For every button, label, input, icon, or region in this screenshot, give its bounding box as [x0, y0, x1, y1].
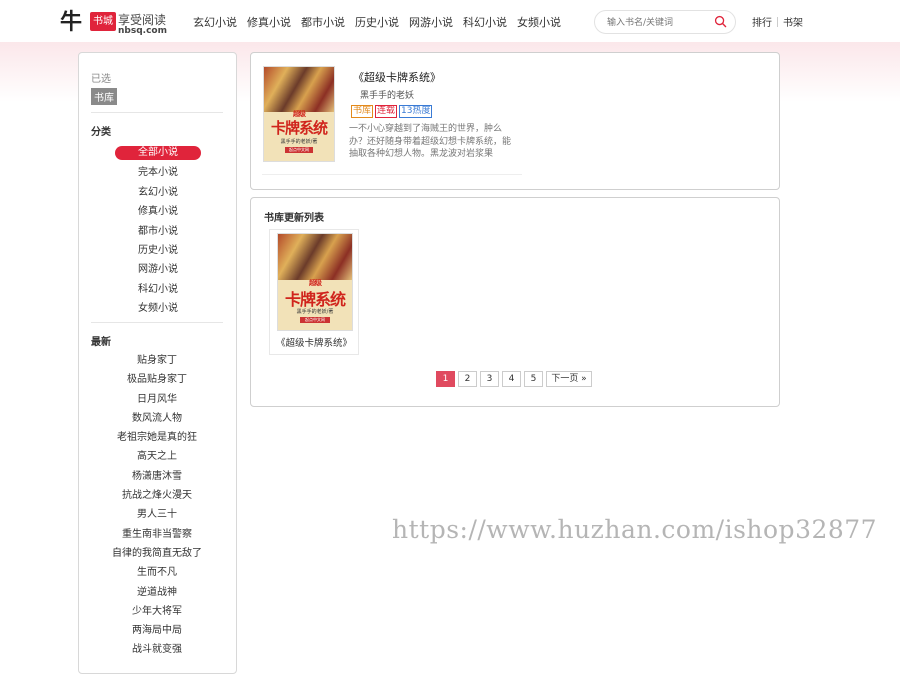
logo-char: 牛: [60, 9, 83, 35]
featured-book-title[interactable]: 《超级卡牌系统》: [353, 69, 441, 85]
latest-book-link[interactable]: 少年大将军: [99, 602, 215, 621]
page-button-current[interactable]: 1: [436, 371, 455, 387]
category-item[interactable]: 网游小说: [115, 260, 201, 279]
category-item[interactable]: 玄幻小说: [115, 183, 201, 202]
nav-item-wangyou[interactable]: 网游小说: [409, 14, 463, 30]
next-page-button[interactable]: 下一页 »: [546, 371, 592, 387]
watermark-text: https://www.huzhan.com/ishop32877: [392, 515, 878, 544]
divider: [262, 174, 522, 175]
selected-tag[interactable]: 书库: [91, 88, 117, 105]
cover-title: 卡牌系统: [270, 119, 328, 137]
latest-book-link[interactable]: 极品贴身家丁: [99, 370, 215, 389]
page-button[interactable]: 5: [524, 371, 543, 387]
bookshelf-link[interactable]: 书架: [783, 18, 803, 29]
latest-book-link[interactable]: 重生南非当警察: [99, 525, 215, 544]
latest-book-link[interactable]: 数风流人物: [99, 409, 215, 428]
latest-book-link[interactable]: 自律的我简直无敌了: [99, 544, 215, 563]
cover-art: [264, 67, 334, 113]
cover-art: [278, 234, 352, 281]
latest-book-link[interactable]: 高天之上: [99, 447, 215, 466]
site-header: 牛 书城 享受阅读 nbsq.com 玄幻小说 修真小说 都市小说 历史小说 网…: [0, 0, 900, 42]
divider: [91, 322, 223, 323]
filter-sidebar: 已选 书库 分类 全部小说 完本小说 玄幻小说 修真小说 都市小说 历史小说 网…: [78, 52, 237, 674]
latest-book-link[interactable]: 贴身家丁: [99, 351, 215, 370]
latest-book-link[interactable]: 抗战之烽火漫天: [99, 486, 215, 505]
nav-item-lishi[interactable]: 历史小说: [355, 14, 409, 30]
nav-item-xiuzhen[interactable]: 修真小说: [247, 14, 301, 30]
cover-title: 卡牌系统: [284, 290, 346, 309]
link-divider: [777, 17, 778, 27]
category-item[interactable]: 都市小说: [115, 222, 201, 241]
featured-book-description: 一不小心穿越到了海贼王的世界，肿么办？还好随身带着超级幻想卡牌系统，能抽取各种幻…: [349, 124, 511, 159]
rank-link[interactable]: 排行: [752, 18, 772, 29]
search-icon[interactable]: [714, 15, 727, 28]
latest-book-link[interactable]: 男人三十: [99, 505, 215, 524]
logo-domain: nbsq.com: [118, 26, 167, 36]
logo-stamp: 书城: [90, 12, 116, 31]
main-nav: 玄幻小说 修真小说 都市小说 历史小说 网游小说 科幻小说 女频小说: [193, 14, 571, 30]
cover-author: 黑手手的老妖/著: [296, 309, 334, 315]
cover-publisher: 起点中文网: [285, 147, 313, 153]
nav-item-nvpin[interactable]: 女频小说: [517, 14, 571, 30]
nav-item-xuanhuan[interactable]: 玄幻小说: [193, 14, 247, 30]
category-heading: 分类: [91, 127, 111, 138]
pagination: 1 2 3 4 5 下一页 »: [436, 371, 592, 387]
featured-book-tags: 书库 连载 13热度: [351, 105, 433, 118]
book-name-link[interactable]: 《超级卡牌系统》: [270, 335, 358, 349]
book-cover[interactable]: 超级 卡牌系统 黑手手的老妖/著 起点中文网: [277, 233, 353, 331]
nav-item-kehuan[interactable]: 科幻小说: [463, 14, 517, 30]
category-item[interactable]: 完本小说: [115, 163, 201, 182]
featured-book-author[interactable]: 黑手手的老妖: [360, 88, 414, 101]
header-links: 排行 书架: [752, 14, 803, 29]
latest-book-link[interactable]: 逆道战神: [99, 583, 215, 602]
update-list-heading: 书库更新列表: [264, 213, 324, 224]
nav-item-dushi[interactable]: 都市小说: [301, 14, 355, 30]
category-item[interactable]: 修真小说: [115, 202, 201, 221]
page-button[interactable]: 2: [458, 371, 477, 387]
category-list: 全部小说 完本小说 玄幻小说 修真小说 都市小说 历史小说 网游小说 科幻小说 …: [115, 144, 201, 319]
page-button[interactable]: 3: [480, 371, 499, 387]
tag-library: 书库: [351, 105, 374, 118]
latest-heading: 最新: [91, 337, 111, 348]
cover-author: 黑手手的老妖/著: [280, 139, 318, 145]
latest-book-link[interactable]: 生而不凡: [99, 563, 215, 582]
tag-popularity: 13热度: [399, 105, 433, 118]
latest-book-link[interactable]: 日月风华: [99, 390, 215, 409]
category-item[interactable]: 女频小说: [115, 299, 201, 318]
latest-book-list: 贴身家丁 极品贴身家丁 日月风华 数风流人物 老祖宗她是真的狂 高天之上 杨潇唐…: [99, 351, 215, 660]
search-box: [594, 10, 736, 34]
search-input[interactable]: [605, 14, 714, 31]
category-item[interactable]: 历史小说: [115, 241, 201, 260]
page-button[interactable]: 4: [502, 371, 521, 387]
category-item[interactable]: 科幻小说: [115, 280, 201, 299]
latest-book-link[interactable]: 两海局中局: [99, 621, 215, 640]
site-logo[interactable]: 牛 书城 享受阅读 nbsq.com: [60, 9, 170, 37]
divider: [91, 112, 223, 113]
cover-publisher: 起点中文网: [300, 317, 330, 323]
latest-book-link[interactable]: 杨潇唐沐雪: [99, 467, 215, 486]
selected-label: 已选: [91, 74, 111, 85]
tag-serializing: 连载: [375, 105, 398, 118]
category-item-all[interactable]: 全部小说: [115, 146, 201, 160]
featured-book-cover[interactable]: 超级 卡牌系统 黑手手的老妖/著 起点中文网: [263, 66, 335, 162]
latest-book-link[interactable]: 老祖宗她是真的狂: [99, 428, 215, 447]
